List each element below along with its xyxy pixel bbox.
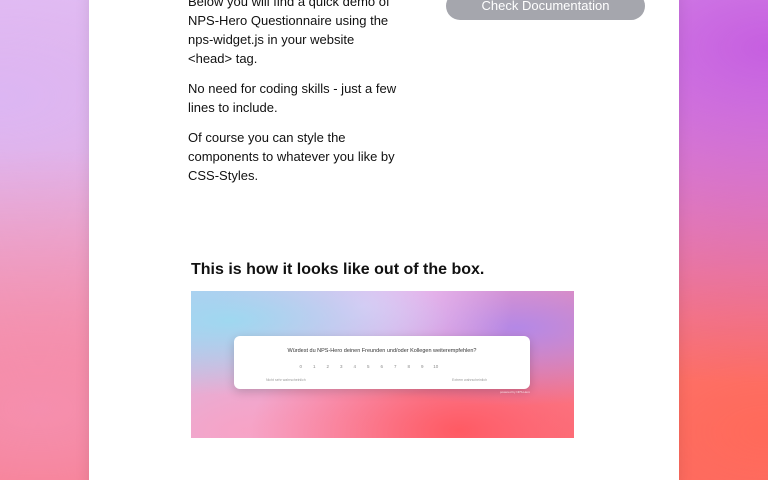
nps-score-2: 2 [326,364,329,369]
nps-score-10: 10 [433,364,439,369]
check-documentation-button[interactable]: Check Documentation [446,0,645,20]
nps-score-3: 3 [339,364,343,369]
preview-heading: This is how it looks like out of the box… [191,261,485,278]
intro-paragraph-demo: Below you will find a quick demo of NPS-… [188,0,390,66]
nps-score-row: 0 1 2 3 4 5 6 7 8 9 10 [296,363,441,371]
nps-score-9: 9 [420,364,424,369]
widget-preview-image: Würdest du NPS-Hero deinen Freunden und/… [191,291,574,438]
powered-by-label: powered by NPS-Hero [500,390,531,394]
nps-high-label: Extrem wahrscheinlich [452,378,488,382]
intro-paragraph-styling: Of course you can style the components t… [188,130,395,183]
nps-score-7: 7 [393,364,397,369]
nps-score-5: 5 [366,364,370,369]
nps-score-0: 0 [299,364,302,369]
nps-widget-card: Würdest du NPS-Hero deinen Freunden und/… [234,336,530,389]
nps-score-8: 8 [407,364,410,369]
nps-score-1: 1 [312,364,316,369]
nps-score-6: 6 [380,364,383,369]
nps-question: Würdest du NPS-Hero deinen Freunden und/… [287,348,477,354]
intro-text: Below you will find a quick demo of NPS-… [188,0,398,196]
intro-paragraph-no-coding: No need for coding skills - just a few l… [188,81,397,115]
nps-score-4: 4 [353,364,356,369]
nps-low-label: Nicht sehr wahrscheinlich [266,378,306,382]
